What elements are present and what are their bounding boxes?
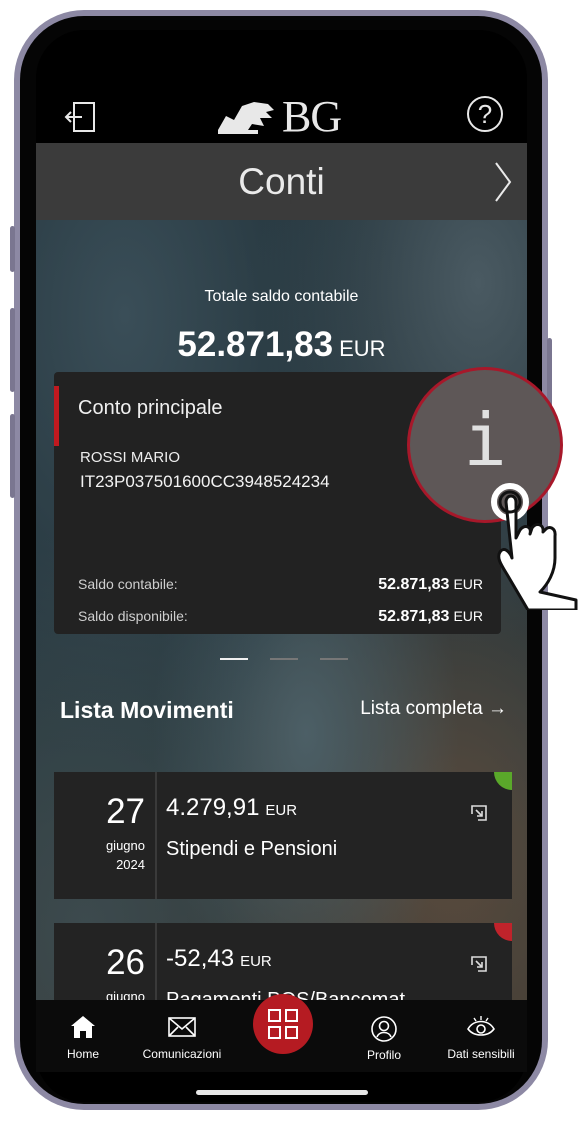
expand-icon[interactable]	[470, 955, 488, 978]
info-icon: i	[463, 398, 507, 482]
total-balance-label: Totale saldo contabile	[204, 288, 359, 305]
full-list-link[interactable]: Lista completa →	[360, 698, 507, 720]
transaction-amount: -52,43 EUR	[166, 945, 272, 973]
phone-volume-up	[10, 308, 15, 392]
balance-amount: 52.871,83	[378, 576, 450, 593]
account-iban: IT23P037501600CC3948524234	[80, 472, 330, 491]
phone-side-button	[10, 226, 15, 272]
nav-label-home: Home	[66, 1047, 99, 1061]
grid-icon	[268, 1009, 298, 1039]
home-indicator	[196, 1090, 368, 1095]
phone-volume-down	[10, 414, 15, 498]
account-accent-bar	[54, 386, 59, 446]
nav-item-home[interactable]: Home	[38, 1015, 128, 1061]
transaction-currency: EUR	[240, 953, 272, 970]
main-menu-button[interactable]	[253, 994, 313, 1054]
transaction-year: 2024	[116, 857, 145, 872]
carousel-indicator	[220, 658, 348, 662]
nav-label-sensitive-data: Dati sensibili	[447, 1047, 515, 1061]
account-holder: ROSSI MARIO	[80, 449, 181, 466]
nav-label-messages: Comunicazioni	[142, 1047, 222, 1061]
user-icon	[371, 1016, 397, 1042]
balance-currency: EUR	[453, 576, 483, 592]
transaction-day: 27	[106, 792, 145, 831]
available-amount: 52.871,83	[378, 608, 450, 625]
carousel-dot[interactable]	[320, 658, 348, 660]
status-flag-green	[494, 772, 512, 790]
nav-item-sensitive-data[interactable]: Dati sensibili	[436, 1015, 526, 1061]
carousel-dot-active[interactable]	[220, 658, 248, 660]
transaction-date: 27 giugno 2024	[54, 772, 157, 899]
total-balance: 52.871,83 EUR	[36, 325, 527, 365]
home-icon	[71, 1016, 95, 1038]
transaction-amount-value: 4.279,91	[166, 794, 260, 821]
nav-label-profile: Profilo	[366, 1048, 401, 1062]
status-flag-red	[494, 923, 512, 941]
available-currency: EUR	[453, 608, 483, 624]
balance-label: Saldo contabile:	[78, 576, 178, 592]
nav-item-messages[interactable]: Comunicazioni	[137, 1015, 227, 1061]
total-balance-amount: 52.871,83	[177, 325, 334, 364]
tap-hand-icon	[491, 483, 578, 610]
expand-icon[interactable]	[470, 804, 488, 827]
transaction-description: Stipendi e Pensioni	[166, 838, 338, 860]
available-label: Saldo disponibile:	[78, 608, 188, 624]
account-name: Conto principale	[78, 397, 223, 419]
carousel-dot[interactable]	[270, 658, 298, 660]
movements-title: Lista Movimenti	[60, 697, 234, 723]
transaction-day: 26	[106, 943, 145, 982]
envelope-icon	[168, 1017, 196, 1037]
transaction-amount: 4.279,91 EUR	[166, 794, 297, 822]
transaction-currency: EUR	[265, 802, 298, 819]
total-balance-currency: EUR	[339, 336, 386, 361]
transaction-amount-value: -52,43	[166, 945, 235, 972]
transaction-month: giugno	[105, 838, 145, 853]
balance-value: 52.871,83 EUR	[378, 576, 483, 594]
eye-icon	[467, 1016, 495, 1036]
nav-item-profile[interactable]: Profilo	[339, 1015, 429, 1062]
list-item[interactable]: 27 giugno 2024 4.279,91 EUR Stipendi e Pe…	[54, 772, 512, 899]
available-value: 52.871,83 EUR	[378, 608, 483, 626]
